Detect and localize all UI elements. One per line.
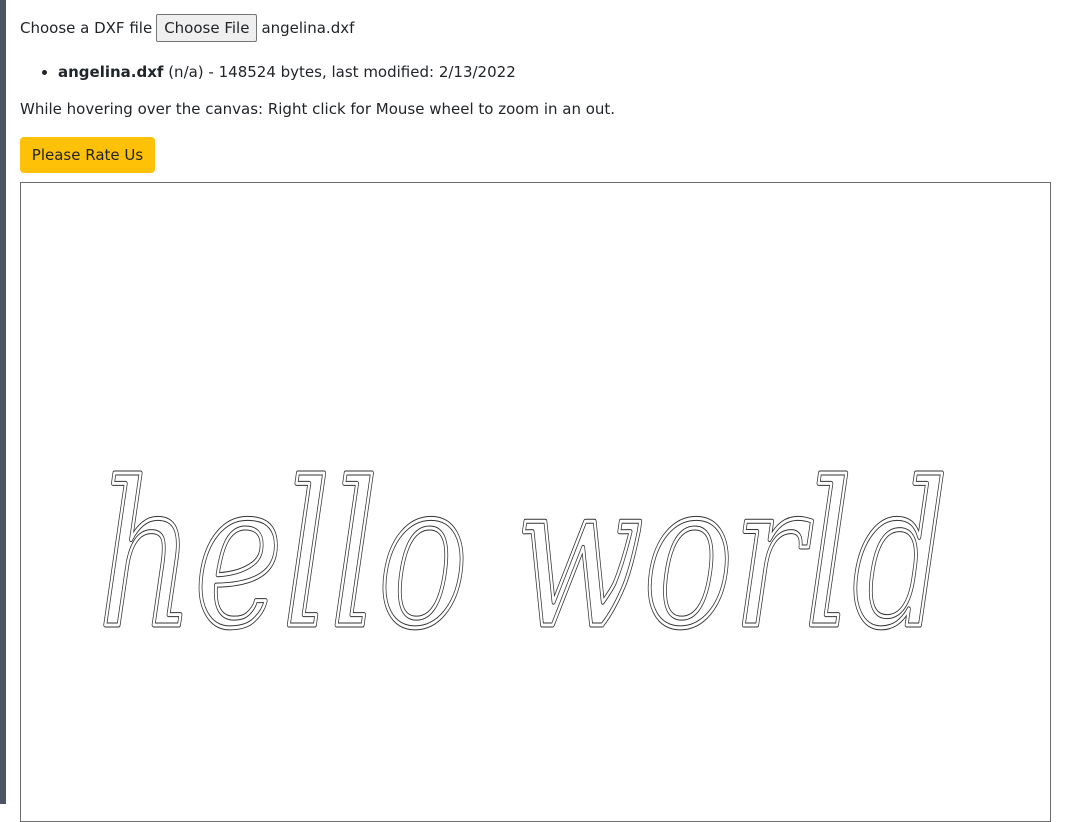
hello-world-drawing: hello world hello world xyxy=(96,438,951,676)
choose-file-button[interactable]: Choose File xyxy=(156,14,258,42)
file-input-label: Choose a DXF file xyxy=(20,19,153,37)
file-info-details: (n/a) - 148524 bytes, last modified: 2/1… xyxy=(163,63,516,81)
drawing-text-inner-outline: hello world xyxy=(98,440,948,673)
file-info-list: angelina.dxf (n/a) - 148524 bytes, last … xyxy=(20,61,516,83)
file-info-item: angelina.dxf (n/a) - 148524 bytes, last … xyxy=(58,61,516,83)
dxf-drawing: hello world hello world xyxy=(96,438,951,676)
file-info-name: angelina.dxf xyxy=(58,63,164,81)
window-left-border xyxy=(0,0,6,804)
rate-us-button[interactable]: Please Rate Us xyxy=(20,137,155,173)
dxf-canvas[interactable]: hello world hello world xyxy=(20,182,1051,822)
canvas-hint-text: While hovering over the canvas: Right cl… xyxy=(20,100,616,118)
chosen-file-name: angelina.dxf xyxy=(261,19,355,37)
file-input-row: Choose a DXF file Choose File angelina.d… xyxy=(20,13,354,43)
